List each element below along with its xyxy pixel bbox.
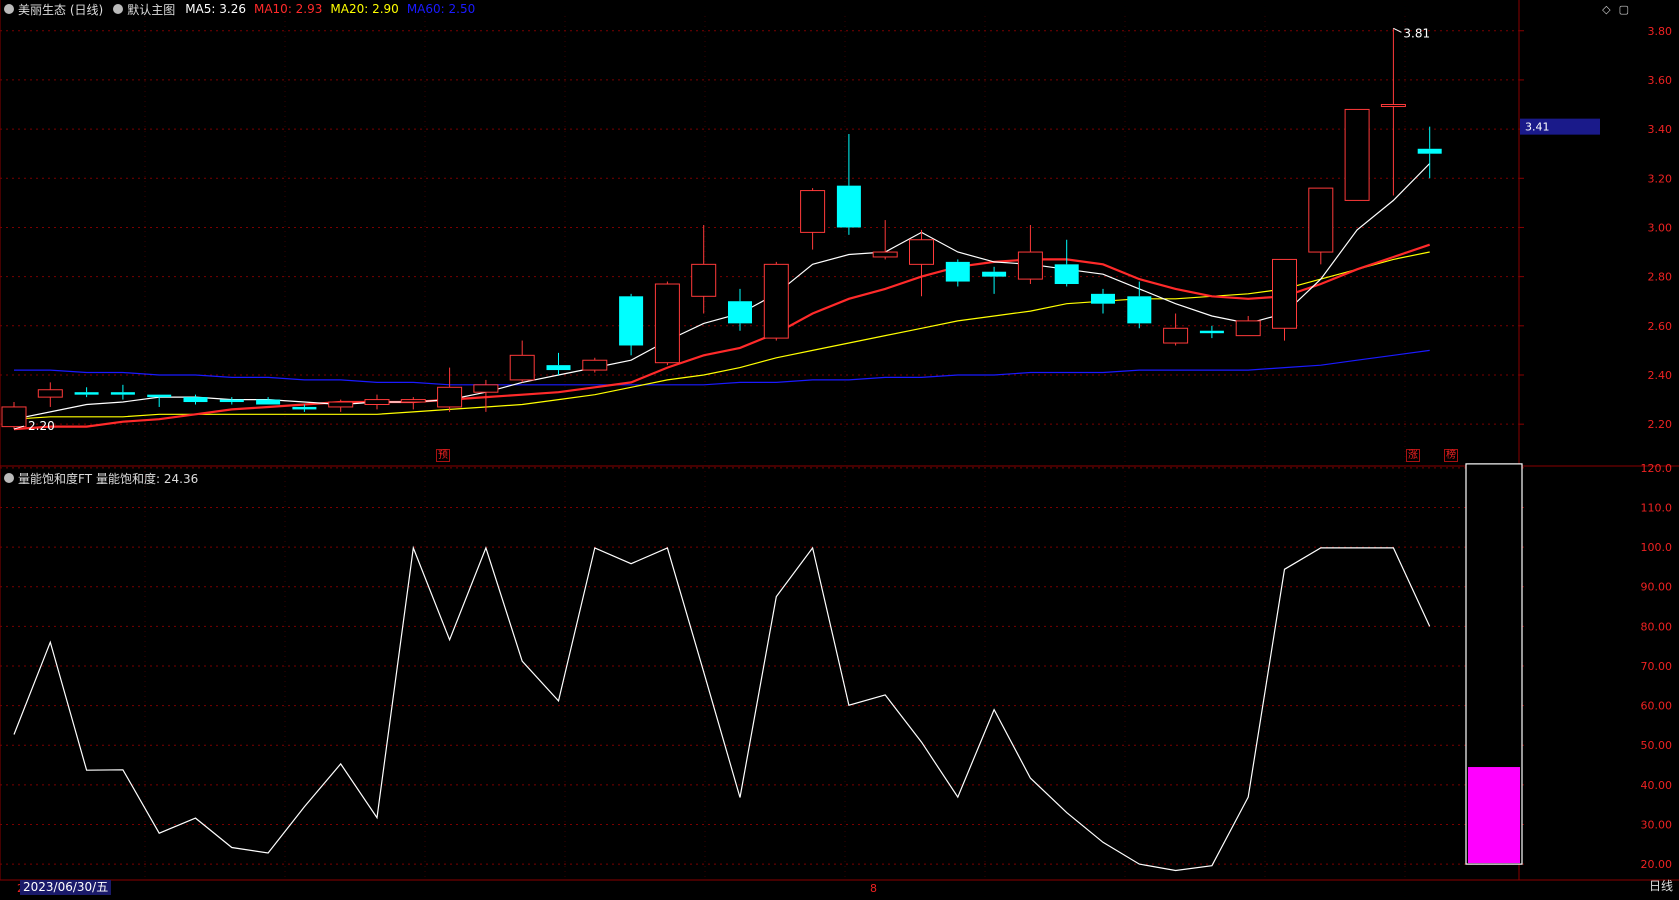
y-tick-main: 3.60 [1648, 74, 1673, 87]
expand-icon[interactable]: ▢ [1619, 3, 1629, 16]
candle-body [147, 394, 172, 398]
high-marker-arrow [1393, 27, 1402, 33]
candle-body [183, 397, 208, 403]
high-marker-label: 3.81 [1403, 26, 1430, 40]
stock-chart[interactable]: 3.80 3.60 3.40 3.20 3.00 2.80 2.60 2.40 2.20 120.… [0, 0, 1679, 896]
candle-body [1127, 296, 1152, 324]
y-tick-main: 2.40 [1648, 369, 1673, 382]
ma60-line [14, 349, 1430, 386]
candle-body [1, 406, 27, 428]
candle-body [1163, 327, 1189, 344]
indicator-name[interactable]: 量能饱和度FT [18, 470, 92, 487]
y-tick-main: 3.20 [1648, 172, 1673, 185]
candle-body [1417, 148, 1442, 154]
candle-body [292, 406, 317, 410]
main-panel-header: 美丽生态 (日线) 默认主图 MA5: 3.26 MA10: 2.93 MA20: … [4, 1, 483, 17]
y-tick-main: 2.80 [1648, 271, 1673, 284]
candle-body [582, 359, 608, 371]
chart-canvas[interactable]: 3.80 3.60 3.40 3.20 3.00 2.80 2.60 2.40 2.20 120.… [0, 0, 1679, 896]
panel-controls: ◇ ▢ [1602, 3, 1629, 16]
cursor-date: 2023/06/30/五 [20, 880, 112, 895]
candle-body [546, 365, 571, 371]
y-tick-sub: 20.00 [1641, 858, 1673, 871]
current-price-label: 3.41 [1525, 121, 1550, 134]
candle-body [800, 190, 826, 233]
candle-body [909, 239, 934, 265]
y-tick-sub: 60.00 [1641, 700, 1673, 713]
candle-body [1235, 320, 1261, 337]
period-label[interactable]: 日线 [1649, 877, 1673, 894]
panel-toggle-icon[interactable] [4, 4, 14, 14]
ma-label-0: MA5: 3.26 [185, 2, 246, 16]
candle-body [509, 354, 535, 381]
indicator-toggle-icon[interactable] [4, 473, 14, 483]
candle-body [37, 389, 63, 398]
y-tick-main: 2.60 [1648, 320, 1673, 333]
stock-title: 美丽生态 (日线) [18, 2, 104, 17]
y-tick-sub: 50.00 [1641, 739, 1673, 752]
candle-body [1054, 264, 1079, 285]
candle-body [1017, 251, 1043, 280]
y-tick-sub: 120.0 [1641, 462, 1673, 475]
y-tick-sub: 90.00 [1641, 581, 1673, 594]
event-tag-zhang[interactable]: 涨 [1406, 449, 1420, 462]
candle-body [836, 185, 861, 228]
candle-body [1380, 104, 1406, 108]
candle-body [437, 386, 463, 408]
candle-body [219, 399, 244, 403]
candle-body [400, 399, 426, 403]
saturation-line [13, 545, 1431, 872]
indicator-value: 量能饱和度: 24.36 [96, 471, 199, 486]
y-tick-main: 3.00 [1648, 221, 1673, 234]
month-marker: 8 [870, 882, 877, 895]
candle-body [1344, 108, 1370, 201]
event-tag-bang[interactable]: 榜 [1444, 449, 1458, 462]
ma-label-1: MA10: 2.93 [253, 2, 323, 16]
candle-body [763, 263, 789, 339]
candle-body [1272, 258, 1297, 329]
sub-panel-header: 量能饱和度FT 量能饱和度: 24.36 [4, 470, 198, 486]
candle-body [364, 399, 390, 405]
y-tick-main: 2.20 [1648, 418, 1673, 431]
candle-body [256, 399, 281, 405]
candle-body [1199, 330, 1224, 334]
candle-body [654, 283, 680, 364]
candle-body [619, 296, 644, 346]
candle-body [872, 251, 898, 258]
y-tick-main: 3.40 [1648, 123, 1673, 136]
candle-body [728, 301, 752, 324]
y-tick-sub: 100.0 [1641, 541, 1673, 554]
y-tick-sub: 110.0 [1641, 501, 1673, 514]
y-tick-sub: 30.00 [1641, 818, 1673, 831]
event-tag-yu[interactable]: 预 [436, 449, 450, 462]
ma5-line [13, 163, 1431, 420]
y-tick-sub: 40.00 [1641, 779, 1673, 792]
diamond-icon[interactable]: ◇ [1602, 3, 1610, 16]
ma-label-2: MA20: 2.90 [330, 2, 399, 16]
saturation-gauge-fill [1468, 767, 1520, 864]
template-toggle-icon[interactable] [113, 4, 124, 14]
candle-body [691, 263, 717, 297]
candle-body [1091, 293, 1115, 304]
ma-label-3: MA60: 2.50 [406, 2, 476, 16]
candle-body [110, 392, 135, 395]
candle-body [74, 392, 99, 395]
candle-body [1308, 187, 1334, 253]
ma-legend: MA5: 3.26 MA10: 2.93 MA20: 2.90 MA60: 2.50 [185, 2, 483, 16]
candle-body [945, 261, 970, 282]
low-marker-label: 2.20 [28, 419, 55, 433]
template-name[interactable]: 默认主图 [127, 1, 175, 18]
y-tick-main: 3.80 [1648, 25, 1673, 38]
y-tick-sub: 80.00 [1641, 620, 1673, 633]
y-tick-sub: 70.00 [1641, 660, 1673, 673]
candle-body [328, 401, 354, 408]
candle-body [473, 384, 499, 393]
candle-body [982, 271, 1007, 277]
